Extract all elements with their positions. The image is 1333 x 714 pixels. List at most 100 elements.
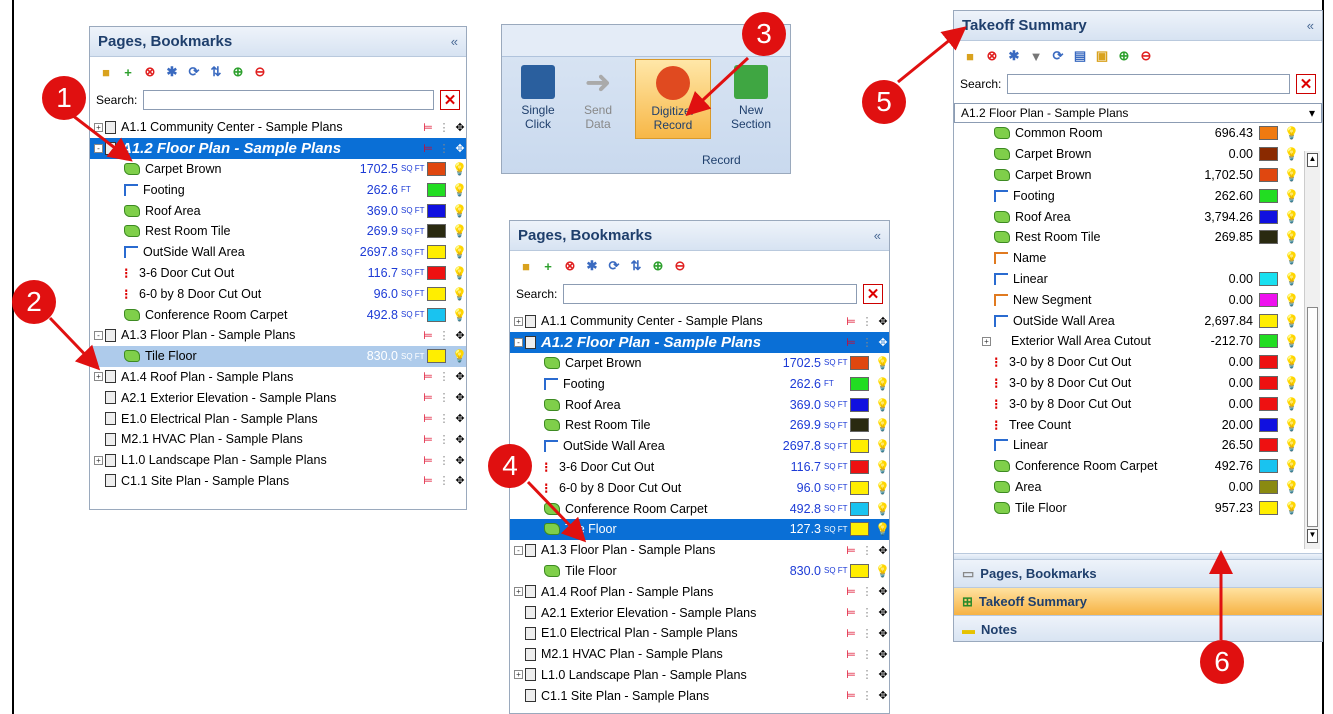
folder-icon[interactable]: ■ — [962, 48, 978, 64]
clear-search-button[interactable]: ✕ — [863, 284, 883, 304]
visibility-bulb-icon[interactable]: 💡 — [1284, 210, 1299, 224]
send-data-button[interactable]: ➜ Send Data — [568, 59, 628, 139]
visibility-bulb-icon[interactable]: 💡 — [1284, 501, 1299, 515]
takeoff-row[interactable]: ⁝ 3-0 by 8 Door Cut Out 0.00 💡 — [954, 373, 1322, 394]
visibility-bulb-icon[interactable]: 💡 — [875, 356, 889, 370]
search-input[interactable] — [143, 90, 434, 110]
expander-icon[interactable]: + — [514, 670, 523, 680]
visibility-bulb-icon[interactable]: 💡 — [875, 418, 889, 432]
takeoff-row[interactable]: New Segment 0.00 💡 — [954, 289, 1322, 310]
expander-icon[interactable]: - — [94, 143, 103, 153]
color-swatch[interactable] — [427, 265, 446, 280]
tree-measurement-row[interactable]: Conference Room Carpet 492.8 SQ FT 💡 — [90, 304, 466, 325]
expander-icon[interactable] — [514, 691, 523, 700]
visibility-bulb-icon[interactable]: 💡 — [1284, 272, 1299, 286]
color-swatch[interactable] — [850, 459, 869, 474]
tree-page-row[interactable]: + A1.1 Community Center - Sample Plans ⊨ ⋮ ✥ — [90, 117, 466, 138]
tree-page-row[interactable]: - A1.3 Floor Plan - Sample Plans ⊨ ⋮ ✥ — [90, 325, 466, 346]
takeoff-row[interactable]: Conference Room Carpet 492.76 💡 — [954, 456, 1322, 477]
color-swatch[interactable] — [1259, 334, 1278, 349]
gear-icon[interactable]: ✱ — [584, 258, 600, 274]
color-swatch[interactable] — [427, 245, 446, 260]
delete-icon[interactable]: ⊗ — [142, 64, 158, 80]
takeoff-row[interactable]: Common Room 696.43 💡 — [954, 123, 1322, 144]
color-swatch[interactable] — [850, 355, 869, 370]
takeoff-row[interactable]: ⁝ Tree Count 20.00 💡 — [954, 414, 1322, 435]
color-swatch[interactable] — [1259, 271, 1278, 286]
visibility-bulb-icon[interactable]: 💡 — [1284, 230, 1299, 244]
tree-page-row[interactable]: - A1.2 Floor Plan - Sample Plans ⊨ ⋮ ✥ — [510, 331, 889, 353]
clear-search-button[interactable]: ✕ — [440, 90, 460, 110]
color-swatch[interactable] — [1259, 292, 1278, 307]
takeoff-row[interactable]: Tile Floor 957.23 💡 — [954, 497, 1322, 518]
tree-page-row[interactable]: E1.0 Electrical Plan - Sample Plans ⊨ ⋮ ✥ — [510, 623, 889, 644]
expander-icon[interactable]: - — [514, 337, 523, 347]
sort-icon[interactable]: ⇅ — [628, 258, 644, 274]
visibility-bulb-icon[interactable]: 💡 — [452, 308, 466, 322]
tree-page-row[interactable]: - A1.2 Floor Plan - Sample Plans ⊨ ⋮ ✥ — [90, 137, 466, 159]
visibility-bulb-icon[interactable]: 💡 — [875, 398, 889, 412]
color-swatch[interactable] — [1259, 126, 1278, 141]
color-swatch[interactable] — [1259, 438, 1278, 453]
visibility-bulb-icon[interactable]: 💡 — [875, 460, 889, 474]
visibility-bulb-icon[interactable]: 💡 — [1284, 168, 1299, 182]
tree-page-row[interactable]: M2.1 HVAC Plan - Sample Plans ⊨ ⋮ ✥ — [90, 429, 466, 450]
tree-measurement-row[interactable]: Conference Room Carpet 492.8 SQ FT 💡 — [510, 498, 889, 519]
visibility-bulb-icon[interactable]: 💡 — [1284, 314, 1299, 328]
single-click-button[interactable]: Single Click — [508, 59, 568, 139]
visibility-bulb-icon[interactable]: 💡 — [875, 377, 889, 391]
expander-icon[interactable]: - — [94, 330, 103, 340]
visibility-bulb-icon[interactable]: 💡 — [1284, 126, 1299, 140]
scroll-down-icon[interactable]: ▼ — [1307, 529, 1318, 543]
collapse-icon[interactable]: « — [874, 228, 881, 243]
tree-page-row[interactable]: + L1.0 Landscape Plan - Sample Plans ⊨ ⋮ ✥ — [90, 450, 466, 471]
page-select[interactable]: A1.2 Floor Plan - Sample Plans ▾ — [954, 103, 1322, 123]
color-swatch[interactable] — [1259, 479, 1278, 494]
visibility-bulb-icon[interactable]: 💡 — [1284, 293, 1299, 307]
tree-measurement-row[interactable]: ⁝ 6-0 by 8 Door Cut Out 96.0 SQ FT 💡 — [510, 477, 889, 498]
expander-icon[interactable] — [94, 435, 103, 444]
visibility-bulb-icon[interactable]: 💡 — [452, 224, 466, 238]
visibility-bulb-icon[interactable]: 💡 — [1284, 438, 1299, 452]
color-swatch[interactable] — [427, 286, 446, 301]
expander-icon[interactable]: + — [514, 587, 523, 597]
takeoff-row[interactable]: Carpet Brown 0.00 💡 — [954, 144, 1322, 165]
tree-page-row[interactable]: E1.0 Electrical Plan - Sample Plans ⊨ ⋮ ✥ — [90, 408, 466, 429]
nav-notes[interactable]: ▬ Notes — [954, 615, 1322, 641]
tree-page-row[interactable]: + L1.0 Landscape Plan - Sample Plans ⊨ ⋮ ✥ — [510, 665, 889, 686]
tree-measurement-row[interactable]: Carpet Brown 1702.5 SQ FT 💡 — [510, 353, 889, 374]
tree-measurement-row[interactable]: Tile Floor 830.0 SQ FT 💡 — [510, 561, 889, 582]
new-folder-icon[interactable]: ▣ — [1094, 48, 1110, 64]
tree-measurement-row[interactable]: Tile Floor 127.3 SQ FT 💡 — [510, 518, 889, 540]
tree-measurement-row[interactable]: Footing 262.6 FT 💡 — [510, 373, 889, 394]
color-swatch[interactable] — [1259, 375, 1278, 390]
expander-icon[interactable]: - — [514, 545, 523, 555]
expander-icon[interactable]: + — [94, 455, 103, 465]
expander-icon[interactable] — [94, 476, 103, 485]
refresh-icon[interactable]: ⟳ — [186, 64, 202, 80]
takeoff-row[interactable]: Footing 262.60 💡 — [954, 185, 1322, 206]
expander-icon[interactable] — [94, 414, 103, 423]
color-swatch[interactable] — [1259, 209, 1278, 224]
collapse-all-icon[interactable]: ⊖ — [1138, 48, 1154, 64]
color-swatch[interactable] — [427, 182, 446, 197]
new-section-button[interactable]: New Section — [718, 59, 784, 139]
takeoff-row[interactable]: ⁝ 3-0 by 8 Door Cut Out 0.00 💡 — [954, 352, 1322, 373]
scrollbar[interactable]: ▲ ▼ — [1304, 151, 1320, 549]
expander-icon[interactable] — [514, 608, 523, 617]
color-swatch[interactable] — [850, 418, 869, 433]
tree-measurement-row[interactable]: Tile Floor 830.0 SQ FT 💡 — [90, 345, 466, 367]
tree-measurement-row[interactable]: ⁝ 3-6 Door Cut Out 116.7 SQ FT 💡 — [510, 457, 889, 478]
color-swatch[interactable] — [1259, 167, 1278, 182]
tree-page-row[interactable]: - A1.3 Floor Plan - Sample Plans ⊨ ⋮ ✥ — [510, 540, 889, 561]
takeoff-row[interactable]: Roof Area 3,794.26 💡 — [954, 206, 1322, 227]
tree-page-row[interactable]: + A1.1 Community Center - Sample Plans ⊨ ⋮ ✥ — [510, 311, 889, 332]
expander-icon[interactable]: + — [94, 372, 103, 382]
takeoff-row[interactable]: Carpet Brown 1,702.50 💡 — [954, 165, 1322, 186]
tree-page-row[interactable]: A2.1 Exterior Elevation - Sample Plans ⊨ ⋮… — [90, 387, 466, 408]
scroll-up-icon[interactable]: ▲ — [1307, 153, 1318, 167]
takeoff-row[interactable]: Area 0.00 💡 — [954, 477, 1322, 498]
visibility-bulb-icon[interactable]: 💡 — [1284, 355, 1299, 369]
color-swatch[interactable] — [850, 563, 869, 578]
scroll-thumb[interactable] — [1307, 307, 1318, 527]
